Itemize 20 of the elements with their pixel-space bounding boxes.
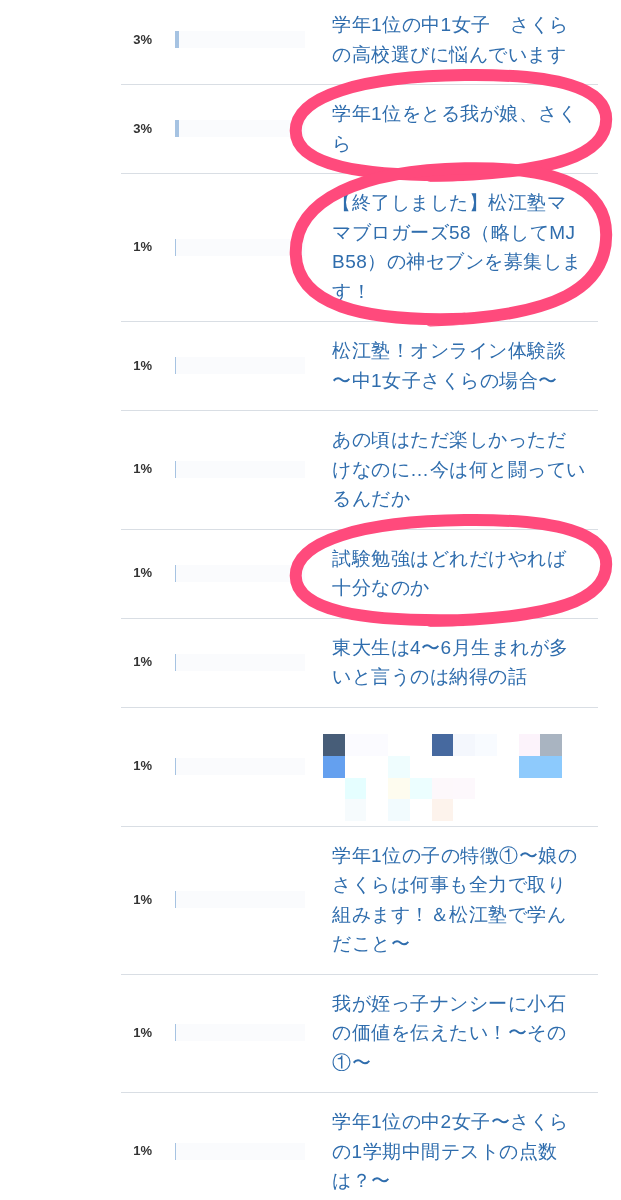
percent-label: 3% bbox=[133, 31, 152, 48]
percent-label: 3% bbox=[133, 120, 152, 137]
percent-label: 1% bbox=[133, 1143, 152, 1160]
percent-label: 1% bbox=[133, 461, 152, 478]
post-title-link[interactable]: 学年1位の子の特徴①〜娘のさくらは何事も全力で取り組みます！＆松江塾で学んだこと〜 bbox=[332, 840, 578, 959]
post-title-link[interactable]: 松江塾！オンライン体験談〜中1女子さくらの場合〜 bbox=[332, 336, 566, 395]
percent-label: 1% bbox=[133, 1024, 152, 1041]
post-title-link[interactable]: 東大生は4〜6月生まれが多いと言うのは納得の話 bbox=[332, 632, 569, 692]
percent-label: 1% bbox=[133, 565, 152, 581]
post-title-link[interactable]: 学年1位をとる我が娘、さくら bbox=[332, 99, 578, 158]
percent-label: 1% bbox=[133, 654, 152, 670]
percent-label: 1% bbox=[133, 891, 152, 908]
post-title-link[interactable]: 試験勉強はどれだけやれば十分なのか bbox=[332, 543, 566, 603]
percent-label: 1% bbox=[133, 758, 152, 774]
post-title-link[interactable]: 学年1位の中2女子〜さくらの1学期中間テストの点数は？〜 bbox=[332, 1107, 569, 1196]
percent-label: 1% bbox=[133, 239, 152, 255]
percent-label: 1% bbox=[133, 357, 152, 374]
post-title-link[interactable]: 我が姪っ子ナンシーに小石の価値を伝えたい！〜その①〜 bbox=[332, 988, 566, 1077]
post-title-link[interactable]: 学年1位の中1女子 さくらの高校選びに悩んでいます bbox=[332, 10, 569, 69]
post-title-link[interactable]: あの頃はただ楽しかっただけなのに…今は何と闘っているんだか bbox=[332, 425, 586, 514]
